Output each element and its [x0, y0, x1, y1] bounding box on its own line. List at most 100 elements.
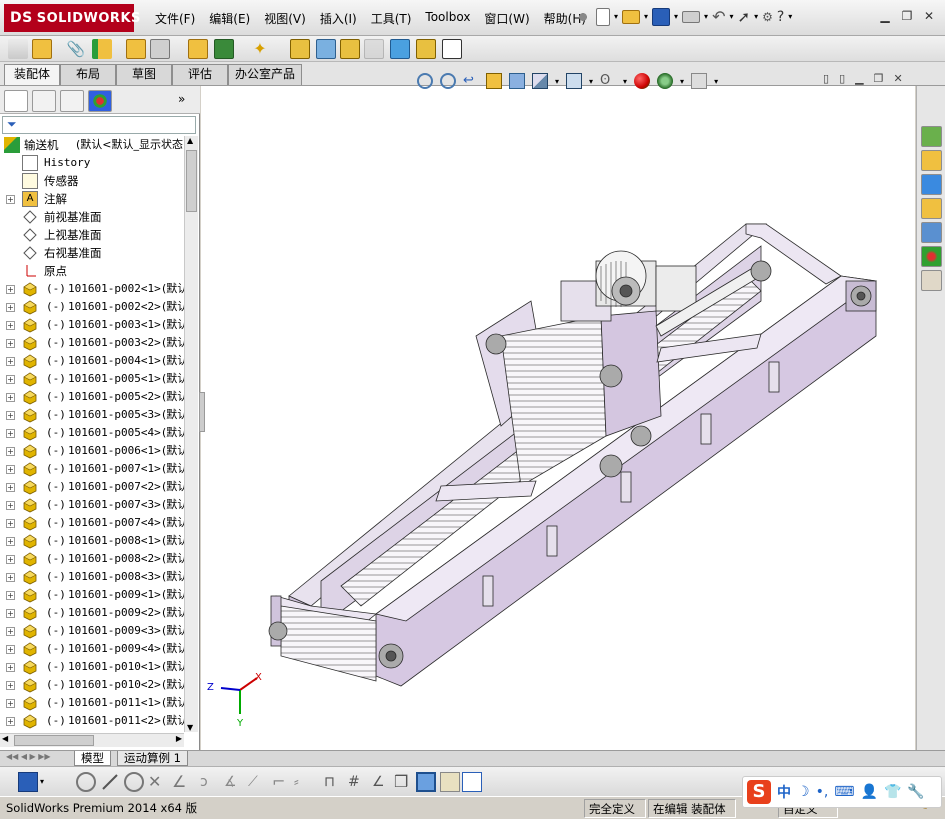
viewport-minimize-icon[interactable]: ▁	[855, 72, 863, 85]
expand-plus-icon[interactable]: +	[6, 357, 15, 366]
spline-icon[interactable]: ⸗	[294, 772, 314, 792]
display-manager-tab-icon[interactable]	[88, 90, 112, 112]
expand-plus-icon[interactable]: +	[6, 285, 15, 294]
tree-root-assembly[interactable]: 输送机 (默认<默认_显示状态	[0, 136, 184, 154]
expand-plus-icon[interactable]: +	[6, 519, 15, 528]
appearances-icon[interactable]	[921, 246, 942, 267]
solidworks-logo[interactable]: DS SOLIDWORKS	[4, 4, 140, 32]
expand-chevron-icon[interactable]: »	[178, 92, 185, 106]
smart-dimension-icon[interactable]: ∡	[224, 772, 244, 792]
tools-wrench-icon[interactable]: 🔧	[907, 784, 924, 800]
expand-plus-icon[interactable]: +	[6, 195, 15, 204]
insert-component-icon[interactable]	[8, 39, 28, 59]
tree-item-part[interactable]: + (-) 101601-p008<1> (默认	[0, 532, 184, 550]
tree-horizontal-scrollbar[interactable]: ◀ ▶	[0, 733, 184, 747]
tree-item-part[interactable]: + (-) 101601-p010<1> (默认	[0, 658, 184, 676]
exploded-view-icon[interactable]	[340, 39, 360, 59]
scroll-thumb[interactable]	[186, 150, 197, 212]
tree-item-part[interactable]: + (-) 101601-p005<3> (默认	[0, 406, 184, 424]
construction-line-icon[interactable]: ∠	[172, 772, 192, 792]
menu-file[interactable]: 文件(F)	[148, 10, 202, 27]
save-icon[interactable]	[652, 7, 671, 26]
explode-line-sketch-icon[interactable]	[364, 39, 384, 59]
menu-insert[interactable]: 插入(I)	[313, 10, 364, 27]
open-folder-icon[interactable]	[622, 9, 641, 24]
tree-item-part[interactable]: + (-) 101601-p011<2> (默认	[0, 712, 184, 730]
expand-plus-icon[interactable]: +	[6, 591, 15, 600]
file-explorer-icon[interactable]	[921, 198, 942, 219]
tree-item-right-plane[interactable]: 右视基准面	[0, 244, 184, 262]
expand-plus-icon[interactable]: +	[6, 609, 15, 618]
tree-vertical-scrollbar[interactable]: ▲ ▼	[184, 136, 198, 732]
expand-plus-icon[interactable]: +	[6, 627, 15, 636]
conveyor-model[interactable]	[201, 86, 915, 750]
viewport-tile-icon[interactable]: ▯	[839, 72, 845, 85]
tree-item-part[interactable]: + (-) 101601-p003<1> (默认	[0, 316, 184, 334]
tab-sketch[interactable]: 草图	[116, 64, 172, 85]
large-assembly-icon[interactable]	[416, 39, 436, 59]
line-icon[interactable]	[100, 772, 120, 792]
scroll-right-icon[interactable]: ▶	[176, 734, 182, 743]
tree-item-part[interactable]: + (-) 101601-p009<4> (默认	[0, 640, 184, 658]
assembly-features-icon[interactable]	[214, 39, 234, 59]
new-motion-study-icon[interactable]	[290, 39, 310, 59]
expand-plus-icon[interactable]: +	[6, 681, 15, 690]
expand-plus-icon[interactable]: +	[6, 465, 15, 474]
pane-collapse-handle[interactable]	[199, 392, 205, 432]
open-dropdown-icon[interactable]: ▾	[644, 12, 648, 21]
expand-plus-icon[interactable]: +	[6, 447, 15, 456]
expand-plus-icon[interactable]: +	[6, 573, 15, 582]
tree-item-part[interactable]: + (-) 101601-p007<1> (默认	[0, 460, 184, 478]
tree-item-part[interactable]: + (-) 101601-p011<1> (默认	[0, 694, 184, 712]
punctuation-icon[interactable]: •,	[816, 784, 829, 800]
menu-edit[interactable]: 编辑(E)	[202, 10, 257, 27]
bill-of-materials-icon[interactable]	[316, 39, 336, 59]
menu-window[interactable]: 窗口(W)	[477, 10, 536, 27]
expand-plus-icon[interactable]: +	[6, 393, 15, 402]
tab-evaluate[interactable]: 评估	[172, 64, 228, 85]
expand-plus-icon[interactable]: +	[6, 699, 15, 708]
keyboard-icon[interactable]: ⌨	[834, 784, 854, 800]
filter-funnel-icon[interactable]: ⏷	[7, 117, 17, 132]
ime-mode-label[interactable]: 中	[777, 782, 791, 802]
angle-icon[interactable]: ∠	[372, 772, 392, 792]
expand-plus-icon[interactable]: +	[6, 339, 15, 348]
hide-show-dropdown-icon[interactable]: ▾	[623, 77, 627, 86]
trim-icon[interactable]: ✕	[148, 772, 168, 792]
tree-item-top-plane[interactable]: 上视基准面	[0, 226, 184, 244]
expand-plus-icon[interactable]: +	[6, 717, 15, 726]
tree-item-part[interactable]: + (-) 101601-p002<1> (默认	[0, 280, 184, 298]
custom-properties-icon[interactable]	[921, 270, 942, 291]
tree-item-annotations[interactable]: + A 注解	[0, 190, 184, 208]
move-component-icon[interactable]	[150, 39, 170, 59]
tab-layout[interactable]: 布局	[60, 64, 116, 85]
tree-filter-bar[interactable]: ⏷	[2, 116, 196, 134]
tree-item-part[interactable]: + (-) 101601-p009<3> (默认	[0, 622, 184, 640]
view-orientation-dropdown-icon[interactable]: ▾	[555, 77, 559, 86]
instant3d-icon[interactable]	[390, 39, 410, 59]
expand-plus-icon[interactable]: +	[6, 429, 15, 438]
undo-dropdown-icon[interactable]: ▾	[729, 12, 733, 21]
expand-plus-icon[interactable]: +	[6, 645, 15, 654]
shaded-view-icon[interactable]	[416, 772, 436, 792]
menu-tools[interactable]: 工具(T)	[364, 10, 419, 27]
tree-item-part[interactable]: + (-) 101601-p005<2> (默认	[0, 388, 184, 406]
view-palette-icon[interactable]	[921, 222, 942, 243]
new-document-icon[interactable]	[596, 7, 610, 26]
new-dropdown-icon[interactable]: ▾	[614, 12, 618, 21]
new-part-icon[interactable]	[32, 39, 52, 59]
tangent-arc-icon[interactable]: ↄ	[200, 772, 220, 792]
linear-pattern-icon[interactable]	[92, 39, 112, 59]
minimize-icon[interactable]: ▁	[876, 8, 894, 24]
menu-view[interactable]: 视图(V)	[257, 10, 313, 27]
tree-item-part[interactable]: + (-) 101601-p009<2> (默认	[0, 604, 184, 622]
tree-item-front-plane[interactable]: 前视基准面	[0, 208, 184, 226]
circle-icon[interactable]	[124, 772, 144, 792]
close-icon[interactable]: ✕	[920, 8, 938, 24]
property-manager-tab-icon[interactable]	[32, 90, 56, 112]
sogou-logo-icon[interactable]: S	[747, 780, 771, 804]
viewport-close-icon[interactable]: ✕	[893, 72, 902, 85]
viewport-restore-icon[interactable]: ❐	[874, 72, 884, 85]
tree-item-part[interactable]: + (-) 101601-p005<4> (默认	[0, 424, 184, 442]
show-hidden-icon[interactable]	[188, 39, 208, 59]
